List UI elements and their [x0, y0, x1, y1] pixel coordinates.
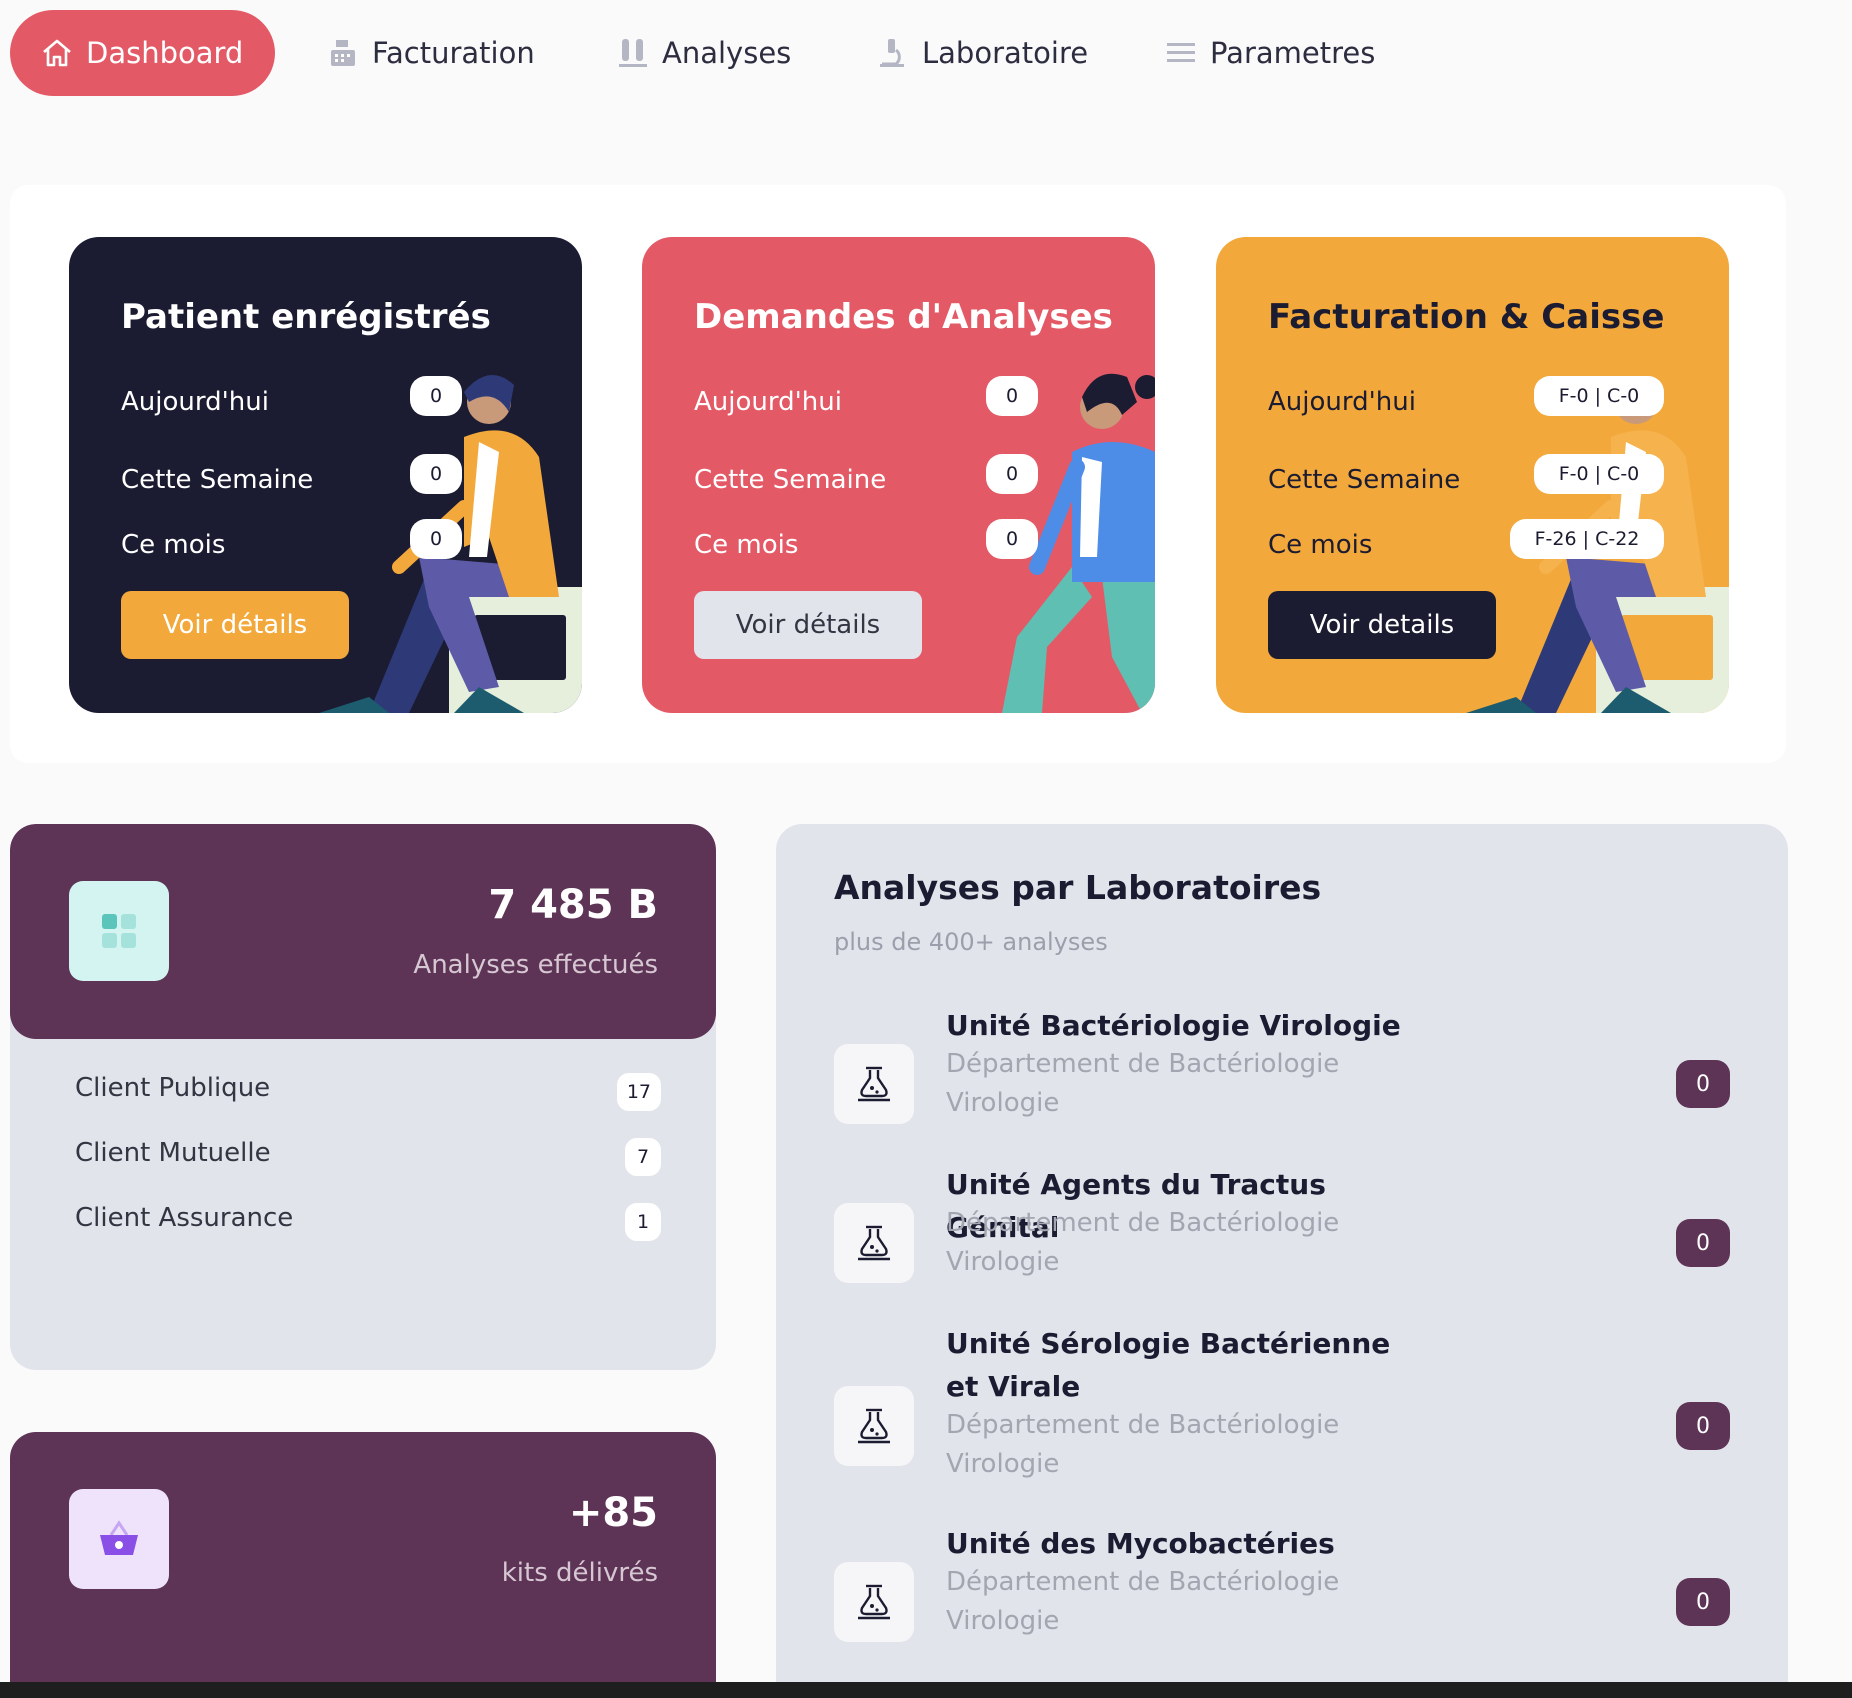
count-badge: 0 — [410, 519, 462, 559]
lab-flask-icon — [834, 1203, 914, 1283]
lab-flask-icon — [834, 1386, 914, 1466]
count-badge: F-0 | C-0 — [1534, 376, 1664, 416]
count-badge: 0 — [410, 376, 462, 416]
kits-card: +85 kits délivrés — [10, 1432, 716, 1698]
lab-name: Unité Sérologie Bactérienne et Virale — [946, 1327, 1391, 1403]
count-badge: F-26 | C-22 — [1510, 519, 1664, 559]
row-label: Aujourd'hui — [121, 387, 269, 417]
top-nav: Dashboard Facturation Analyses Laboratoi… — [0, 0, 1852, 110]
stats-header: 7 485 B Analyses effectués — [10, 824, 716, 1039]
lab-department: Département de Bactériologie Virologie — [946, 1049, 1340, 1118]
lab-name: Unité Bactériologie Virologie — [946, 1009, 1401, 1042]
basket-icon — [69, 1489, 169, 1589]
nav-label: Dashboard — [86, 36, 244, 70]
client-row: Client Mutuelle 7 — [75, 1138, 661, 1178]
lab-department: Département de Bactériologie Virologie — [946, 1410, 1340, 1479]
client-count: 7 — [625, 1138, 661, 1176]
client-label: Client Assurance — [75, 1203, 294, 1233]
lab-department: Département de Bactériologie Virologie — [946, 1567, 1340, 1636]
lab-count-badge: 0 — [1676, 1060, 1730, 1108]
count-badge: 0 — [986, 454, 1038, 494]
row-label: Ce mois — [1268, 530, 1373, 560]
client-row: Client Publique 17 — [75, 1073, 661, 1113]
test-tubes-icon — [619, 39, 647, 67]
labs-subtitle: plus de 400+ analyses — [834, 928, 1108, 956]
client-label: Client Mutuelle — [75, 1138, 271, 1168]
grid-icon — [69, 881, 169, 981]
voir-details-button[interactable]: Voir détails — [694, 591, 922, 659]
nav-parametres[interactable]: Parametres — [1164, 10, 1375, 96]
cash-register-icon — [331, 40, 355, 66]
nav-analyses[interactable]: Analyses — [616, 10, 791, 96]
kits-label: kits délivrés — [501, 1558, 658, 1588]
row-label: Cette Semaine — [694, 465, 887, 495]
labs-title: Analyses par Laboratoires — [834, 868, 1322, 907]
nav-laboratoire[interactable]: Laboratoire — [876, 10, 1088, 96]
count-badge: F-0 | C-0 — [1534, 454, 1664, 494]
microscope-icon — [880, 39, 904, 67]
lab-name: Unité des Mycobactéries — [946, 1527, 1335, 1560]
kits-total: +85 — [568, 1490, 658, 1536]
count-badge: 0 — [986, 519, 1038, 559]
client-row: Client Assurance 1 — [75, 1203, 661, 1243]
analyses-card: Demandes d'Analyses Aujourd'hui 0 Cette … — [642, 237, 1155, 713]
card-title: Demandes d'Analyses — [694, 297, 1113, 337]
lab-count-badge: 0 — [1676, 1219, 1730, 1267]
lab-item[interactable]: Unité Bactériologie Virologie Départemen… — [834, 1004, 1730, 1144]
menu-icon — [1167, 43, 1195, 62]
summary-panel: Patient enrégistrés Aujourd'hui 0 Cette … — [10, 185, 1786, 763]
analyses-total: 7 485 B — [488, 882, 658, 928]
count-badge: 0 — [410, 454, 462, 494]
voir-details-button[interactable]: Voir details — [1268, 591, 1496, 659]
lab-count-badge: 0 — [1676, 1402, 1730, 1450]
lab-department: Département de Bactériologie Virologie — [946, 1208, 1340, 1277]
labs-card: Analyses par Laboratoires plus de 400+ a… — [776, 824, 1788, 1698]
patients-card: Patient enrégistrés Aujourd'hui 0 Cette … — [69, 237, 582, 713]
card-title: Patient enrégistrés — [121, 297, 491, 337]
row-label: Ce mois — [694, 530, 799, 560]
nav-label: Laboratoire — [922, 36, 1089, 70]
facturation-card: Facturation & Caisse Aujourd'hui F-0 | C… — [1216, 237, 1729, 713]
window-bottom-edge — [0, 1682, 1852, 1698]
home-icon — [43, 39, 71, 67]
client-count: 1 — [625, 1203, 661, 1241]
row-label: Ce mois — [121, 530, 226, 560]
lab-count-badge: 0 — [1676, 1578, 1730, 1626]
nav-facturation[interactable]: Facturation — [326, 10, 535, 96]
client-count: 17 — [616, 1073, 661, 1111]
voir-details-button[interactable]: Voir détails — [121, 591, 349, 659]
lab-item[interactable]: Unité Sérologie Bactérienne et Virale Dé… — [834, 1322, 1730, 1502]
lab-flask-icon — [834, 1044, 914, 1124]
nav-label: Facturation — [372, 36, 535, 70]
nav-dashboard[interactable]: Dashboard — [10, 10, 276, 96]
lab-flask-icon — [834, 1562, 914, 1642]
nav-label: Parametres — [1210, 36, 1376, 70]
count-badge: 0 — [986, 376, 1038, 416]
lab-item[interactable]: Unité Agents du Tractus Génital Départem… — [834, 1163, 1730, 1303]
analyses-label: Analyses effectués — [413, 950, 658, 980]
client-label: Client Publique — [75, 1073, 271, 1103]
row-label: Aujourd'hui — [1268, 387, 1416, 417]
lab-item[interactable]: Unité des Mycobactéries Département de B… — [834, 1522, 1730, 1662]
row-label: Cette Semaine — [1268, 465, 1461, 495]
row-label: Cette Semaine — [121, 465, 314, 495]
analyses-stats-card: 7 485 B Analyses effectués Client Publiq… — [10, 824, 716, 1370]
nav-label: Analyses — [662, 36, 792, 70]
card-title: Facturation & Caisse — [1268, 297, 1665, 337]
row-label: Aujourd'hui — [694, 387, 842, 417]
